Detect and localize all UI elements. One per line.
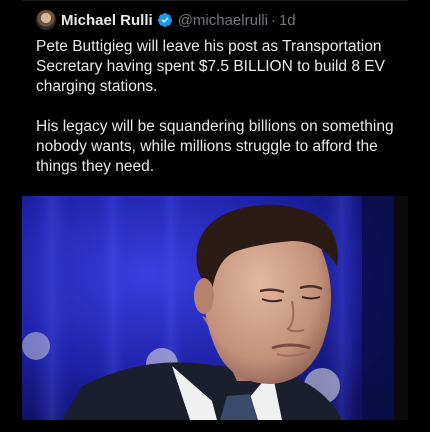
- tweet-text: Pete Buttigieg will leave his post as Tr…: [36, 37, 406, 177]
- media-edge: [394, 196, 408, 420]
- avatar[interactable]: [36, 10, 56, 30]
- post-border: [22, 0, 408, 1]
- verified-badge-icon: [157, 13, 172, 27]
- header-separator: ·: [270, 11, 276, 29]
- tweet-header: Michael Rulli @michaelrulli · 1d: [36, 9, 296, 31]
- author-name[interactable]: Michael Rulli: [61, 12, 153, 29]
- tweet-paragraph-2: His legacy will be squandering billions …: [36, 118, 394, 175]
- tweet-post[interactable]: Michael Rulli @michaelrulli · 1d Pete Bu…: [0, 0, 430, 432]
- author-handle[interactable]: @michaelrulli: [178, 12, 268, 29]
- tweet-media-photo[interactable]: [22, 196, 394, 420]
- photo-illustration: [22, 196, 394, 420]
- tweet-timestamp[interactable]: 1d: [279, 12, 296, 29]
- tweet-paragraph-1: Pete Buttigieg will leave his post as Tr…: [36, 38, 385, 95]
